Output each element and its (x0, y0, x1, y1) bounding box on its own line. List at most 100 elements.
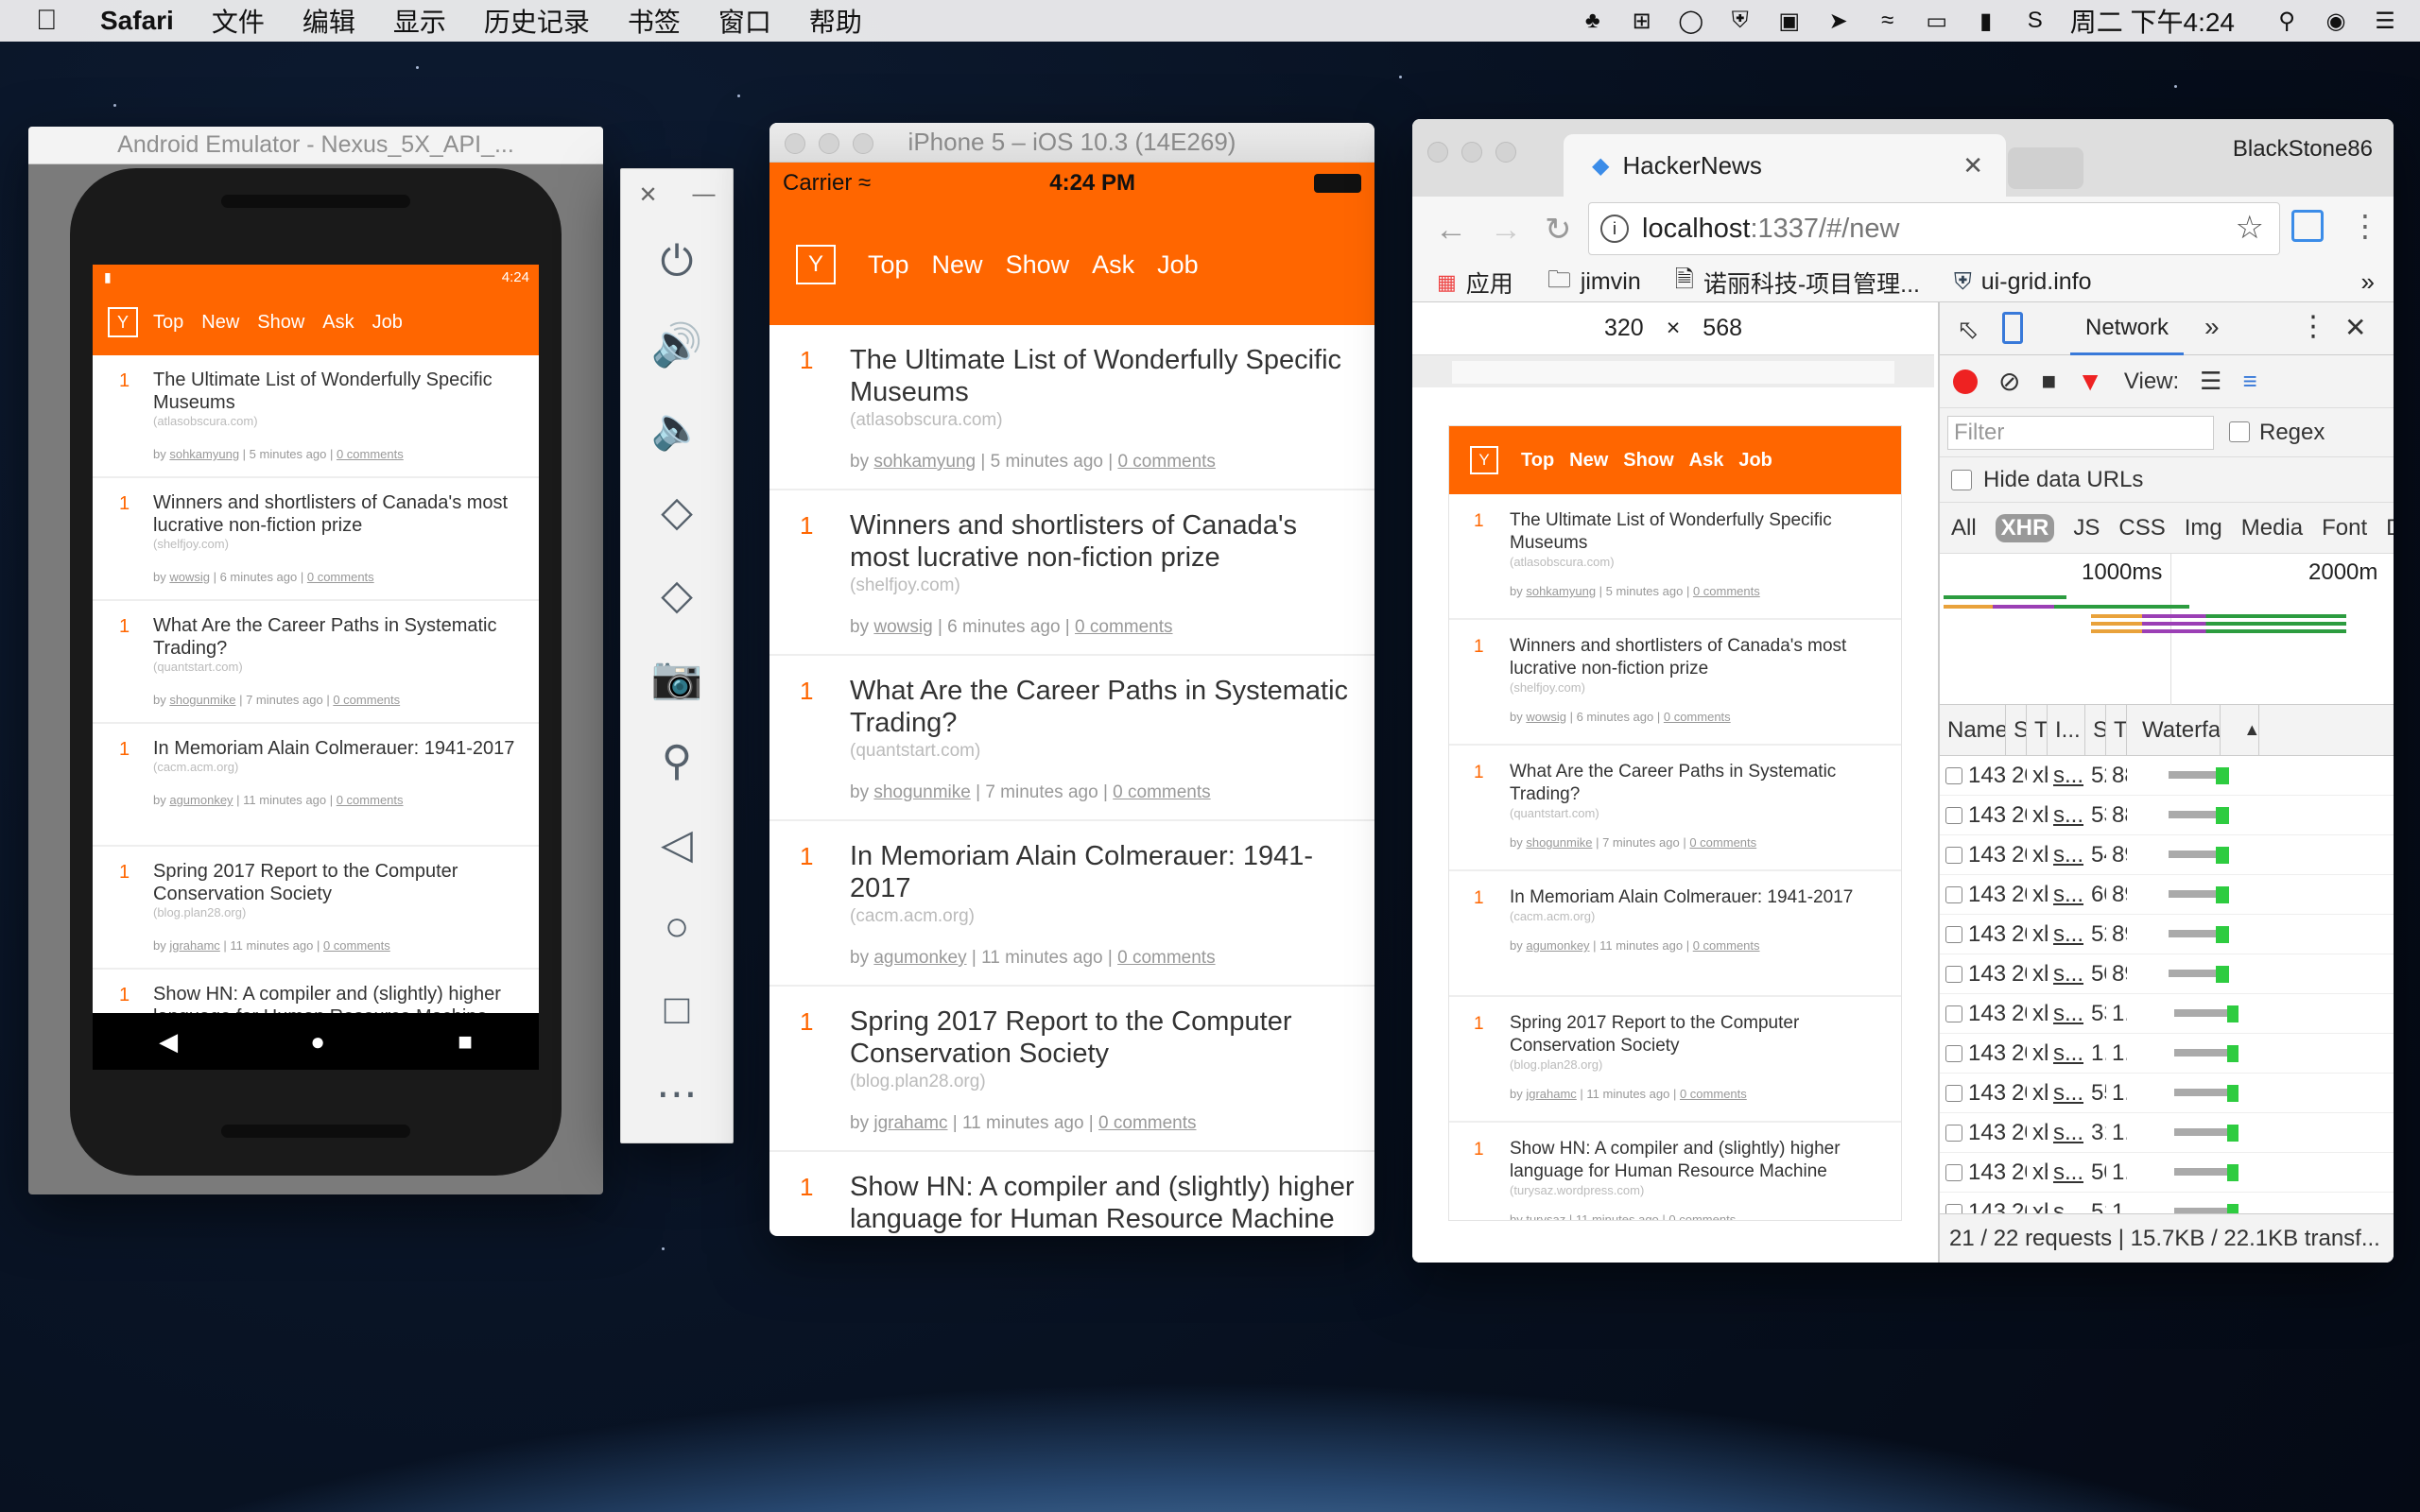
tab-hackernews[interactable]: ◆ HackerNews ✕ (1564, 134, 2006, 197)
story-title[interactable]: In Memoriam Alain Colmerauer: 1941-2017 (153, 737, 526, 760)
nav-show[interactable]: Show (1006, 250, 1070, 280)
request-row[interactable]: 143...20xhs... 5289 (1940, 915, 2394, 954)
request-checkbox[interactable] (1940, 994, 1962, 1034)
wifi-icon[interactable]: ≈ (1874, 7, 1902, 35)
col-waterfall[interactable]: Waterfall▲ (2127, 704, 2259, 756)
story-item[interactable]: 1 What Are the Career Paths in Systematic… (1449, 746, 1901, 871)
request-checkbox[interactable] (1940, 1153, 1962, 1193)
story-title[interactable]: Show HN: A compiler and (slightly) highe… (1510, 1138, 1888, 1183)
tab-close-icon[interactable]: ✕ (1962, 151, 1983, 180)
back-icon[interactable]: ◀ (159, 1027, 178, 1057)
hn-logo[interactable]: Y (796, 245, 836, 284)
story-author[interactable]: jgrahamc (1526, 1087, 1576, 1101)
profile-name[interactable]: BlackStone86 (2233, 136, 2373, 163)
bookmark-ui-grid[interactable]: ⛨ ui-grid.info (1954, 268, 2092, 296)
story-comments[interactable]: 0 comments (1113, 782, 1210, 802)
story-comments[interactable]: 0 comments (333, 693, 400, 707)
story-title[interactable]: Winners and shortlisters of Canada's mos… (1510, 635, 1888, 680)
story-author[interactable]: shogunmike (873, 782, 970, 802)
request-checkbox[interactable] (1940, 756, 1962, 796)
location-icon[interactable]: ➤ (1824, 7, 1853, 35)
nav-top[interactable]: Top (153, 312, 183, 334)
nav-ask[interactable]: Ask (1092, 250, 1134, 280)
story-comments[interactable]: 0 comments (1098, 1113, 1196, 1133)
story-item[interactable]: 1 The Ultimate List of Wonderfully Specif… (93, 355, 539, 478)
request-checkbox[interactable] (1940, 835, 1962, 875)
overview-icon[interactable]: □ (621, 969, 733, 1052)
story-item[interactable]: 1 In Memoriam Alain Colmerauer: 1941-2017… (1449, 871, 1901, 997)
filter-icon[interactable]: ▼ (2077, 367, 2103, 397)
story-item[interactable]: 1 Winners and shortlisters of Canada's mo… (769, 490, 1374, 656)
new-tab-button[interactable] (2008, 147, 2083, 189)
apple-icon[interactable]:  (36, 5, 66, 37)
viewport-height[interactable]: 568 (1703, 315, 1742, 342)
menu-kebab-icon[interactable]: ⋮ (2350, 208, 2380, 244)
story-title[interactable]: Winners and shortlisters of Canada's mos… (153, 491, 526, 537)
filter-font[interactable]: Font (2322, 515, 2367, 541)
story-item[interactable]: 1 Show HN: A compiler and (slightly) high… (769, 1152, 1374, 1236)
col-name[interactable]: Name (1940, 704, 2006, 756)
zoom-icon[interactable]: ⚲ (621, 719, 733, 802)
request-row[interactable]: 143...20xhs... 5489 (1940, 835, 2394, 875)
request-row[interactable]: 143...20xhs... 5388 (1940, 796, 2394, 835)
shield-icon[interactable]: ⛨ (1726, 7, 1754, 35)
story-item[interactable]: 1 In Memoriam Alain Colmerauer: 1941-2017… (93, 724, 539, 847)
story-comments[interactable]: 0 comments (307, 570, 374, 584)
power-icon[interactable]: ⏻ (621, 220, 733, 303)
story-author[interactable]: sohkamyung (873, 452, 976, 472)
request-row[interactable]: 143...20xhs... 5288 (1940, 756, 2394, 796)
devtools-menu-icon[interactable]: ⋮ (2299, 310, 2327, 343)
filter-xhr[interactable]: XHR (1995, 513, 2055, 542)
story-item[interactable]: 1 The Ultimate List of Wonderfully Specif… (769, 325, 1374, 490)
story-author[interactable]: wowsig (1526, 710, 1566, 724)
evernote-icon[interactable]: ♣ (1579, 7, 1607, 35)
request-checkbox[interactable] (1940, 1034, 1962, 1074)
story-item[interactable]: 1 Show HN: A compiler and (slightly) high… (1449, 1123, 1901, 1220)
menu-window[interactable]: 窗口 (718, 2, 771, 40)
network-overview[interactable]: 1000ms 2000m (1940, 554, 2394, 705)
story-title[interactable]: What Are the Career Paths in Systematic … (1510, 761, 1888, 806)
input-method-icon[interactable]: ⊞ (1628, 7, 1656, 35)
story-title[interactable]: Show HN: A compiler and (slightly) highe… (850, 1171, 1356, 1235)
waterfall-view-icon[interactable]: ≡ (2242, 367, 2256, 396)
home-icon[interactable]: ● (310, 1027, 325, 1057)
minimize-button[interactable] (1461, 142, 1482, 163)
nav-new[interactable]: New (201, 312, 239, 334)
back-arrow-icon[interactable]: ← (1435, 212, 1467, 249)
zoom-button[interactable] (1495, 142, 1516, 163)
lock-icon[interactable]: ▣ (1775, 7, 1804, 35)
story-comments[interactable]: 0 comments (1680, 1087, 1747, 1101)
nav-ask[interactable]: Ask (322, 312, 354, 334)
menu-bookmarks[interactable]: 书签 (628, 2, 681, 40)
request-row[interactable]: 143...20xhs... 6089 (1940, 875, 2394, 915)
notification-center-icon[interactable]: ☰ (2371, 7, 2399, 35)
camera-icon[interactable]: 📷 (621, 636, 733, 719)
menu-file[interactable]: 文件 (212, 2, 265, 40)
story-author[interactable]: turysaz (1526, 1212, 1565, 1220)
story-author[interactable]: shogunmike (169, 693, 235, 707)
request-checkbox[interactable] (1940, 954, 1962, 994)
list-view-icon[interactable]: ☰ (2200, 367, 2221, 396)
filter-all[interactable]: All (1951, 515, 1977, 541)
menu-history[interactable]: 历史记录 (484, 2, 590, 40)
filter-css[interactable]: CSS (2118, 515, 2165, 541)
menu-help[interactable]: 帮助 (809, 2, 862, 40)
close-button[interactable] (785, 133, 805, 154)
story-comments[interactable]: 0 comments (1664, 710, 1731, 724)
regex-checkbox[interactable] (2229, 421, 2250, 442)
story-item[interactable]: 1 Winners and shortlisters of Canada's mo… (1449, 620, 1901, 746)
filter-input[interactable]: Filter (1947, 416, 2214, 450)
bookmark-nuoli[interactable]: 🗎 诺丽科技-项目管理... (1675, 262, 1920, 302)
siri-icon[interactable]: ◉ (2322, 7, 2350, 35)
filter-js[interactable]: JS (2073, 515, 2100, 541)
request-row[interactable]: 143...20xhs... 53 1.1 (1940, 994, 2394, 1034)
device-toolbar-icon[interactable] (2002, 312, 2023, 344)
story-title[interactable]: Show HN: A compiler and (slightly) highe… (153, 983, 526, 1013)
nav-new[interactable]: New (1569, 450, 1608, 472)
story-comments[interactable]: 0 comments (337, 447, 404, 461)
story-title[interactable]: The Ultimate List of Wonderfully Specifi… (1510, 509, 1888, 555)
home-icon[interactable]: ○ (621, 885, 733, 969)
nav-job[interactable]: Job (372, 312, 403, 334)
menu-edit[interactable]: 编辑 (302, 2, 355, 40)
col-initiator[interactable]: I... (2048, 704, 2085, 756)
